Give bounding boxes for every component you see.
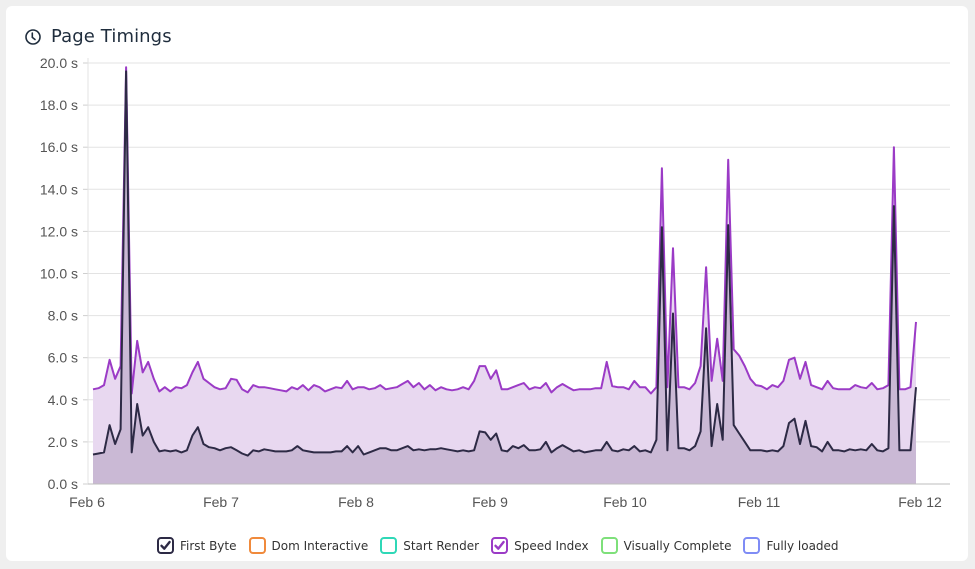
x-tick-label: Feb 8 <box>338 494 374 510</box>
y-axis: 0.0 s 2.0 s 4.0 s 6.0 s 8.0 s 10.0 s 12.0 s 14.… <box>40 55 78 492</box>
x-tick-label: Feb 7 <box>203 494 239 510</box>
y-tick-label: 0.0 s <box>48 476 78 492</box>
page-timings-chart: 0.0 s 2.0 s 4.0 s 6.0 s 8.0 s 10.0 s 12.0 s 14.… <box>40 55 950 510</box>
legend-label: Visually Complete <box>623 538 732 553</box>
legend-item-fully-loaded[interactable]: Fully loaded <box>743 537 839 554</box>
checkbox[interactable] <box>380 537 398 554</box>
legend-label: Dom Interactive <box>271 538 369 553</box>
x-tick-label: Feb 12 <box>898 494 942 510</box>
x-axis: Feb 6 Feb 7 Feb 8 Feb 9 Feb 10 Feb 11 Feb 12 <box>69 494 942 510</box>
legend-item-start-render[interactable]: Start Render <box>380 537 479 554</box>
legend-item-dom-interactive[interactable]: Dom Interactive <box>248 537 369 554</box>
chart-legend: First Byte Dom Interactive Start Render … <box>157 537 851 554</box>
checkmark-icon <box>494 540 505 550</box>
y-tick-label: 18.0 s <box>40 97 78 113</box>
x-tick-label: Feb 6 <box>69 494 105 510</box>
x-tick-label: Feb 10 <box>603 494 647 510</box>
checkmark-icon <box>160 540 171 550</box>
legend-label: Fully loaded <box>766 538 839 553</box>
y-tick-label: 20.0 s <box>40 55 78 71</box>
y-tick-label: 4.0 s <box>48 392 78 408</box>
legend-item-visually-complete[interactable]: Visually Complete <box>600 537 732 554</box>
y-tick-label: 6.0 s <box>48 350 78 366</box>
legend-item-first-byte[interactable]: First Byte <box>157 537 237 554</box>
y-tick-label: 10.0 s <box>40 266 78 282</box>
legend-label: First Byte <box>180 538 237 553</box>
y-tick-label: 8.0 s <box>48 308 78 324</box>
legend-label: Speed Index <box>514 538 589 553</box>
checkbox[interactable] <box>743 537 761 554</box>
y-tick-label: 2.0 s <box>48 434 78 450</box>
x-tick-label: Feb 11 <box>738 494 781 510</box>
legend-item-speed-index[interactable]: Speed Index <box>491 537 589 554</box>
checkbox[interactable] <box>491 537 509 554</box>
legend-label: Start Render <box>403 538 480 553</box>
plot-area <box>88 66 950 485</box>
checkbox[interactable] <box>600 537 618 554</box>
checkbox[interactable] <box>157 537 174 554</box>
y-tick-label: 14.0 s <box>40 181 78 197</box>
y-tick-label: 12.0 s <box>40 223 78 239</box>
line-speed-index <box>92 66 917 395</box>
y-tick-label: 16.0 s <box>40 139 78 155</box>
x-tick-label: Feb 9 <box>472 494 508 510</box>
checkbox[interactable] <box>248 537 266 554</box>
